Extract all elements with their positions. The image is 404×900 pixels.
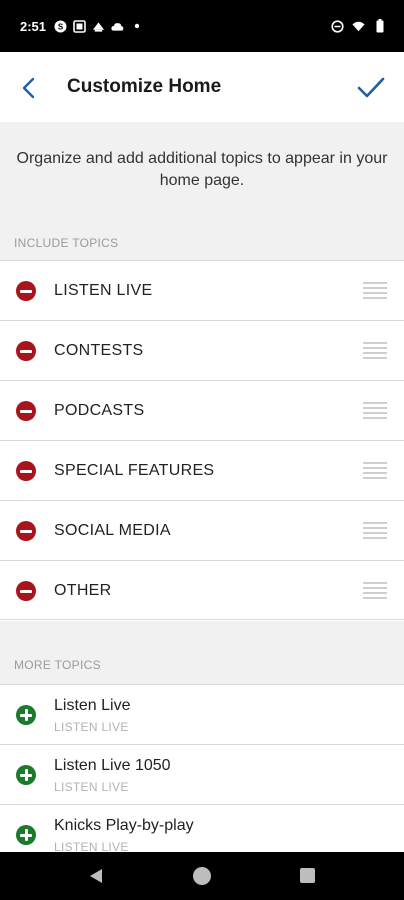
drag-handle-icon[interactable] xyxy=(363,582,387,599)
dnd-icon xyxy=(331,19,344,33)
include-topics-label: INCLUDE TOPICS xyxy=(14,236,119,250)
chevron-left-icon xyxy=(22,77,35,99)
include-topic-row: CONTESTS xyxy=(0,320,404,380)
gallery-icon xyxy=(73,19,86,33)
topic-label: SOCIAL MEDIA xyxy=(54,522,171,539)
system-nav-bar xyxy=(0,852,404,900)
skype-icon: S xyxy=(54,20,67,33)
topic-label: OTHER xyxy=(54,582,112,599)
checkmark-icon xyxy=(357,77,385,98)
drag-handle-icon[interactable] xyxy=(363,402,387,419)
more-topics-label: MORE TOPICS xyxy=(14,658,101,672)
status-left: 2:51 S xyxy=(20,19,331,34)
page-title: Customize Home xyxy=(67,76,222,97)
more-topic-row[interactable]: Listen Live 1050 LISTEN LIVE xyxy=(0,744,404,804)
more-topics-list: Listen Live LISTEN LIVE Listen Live 1050… xyxy=(0,684,404,864)
nav-home-icon[interactable] xyxy=(193,867,211,885)
drag-handle-icon[interactable] xyxy=(363,342,387,359)
drag-handle-icon[interactable] xyxy=(363,462,387,479)
topic-label: SPECIAL FEATURES xyxy=(54,462,215,479)
remove-topic-icon[interactable] xyxy=(16,461,36,481)
battery-icon xyxy=(373,19,386,33)
more-topic-title: Listen Live xyxy=(54,697,131,714)
include-topic-row: PODCASTS xyxy=(0,380,404,440)
status-bar: 2:51 S xyxy=(0,0,404,52)
app-header: Customize Home xyxy=(0,52,404,122)
include-topic-row: SPECIAL FEATURES xyxy=(0,440,404,500)
drag-handle-icon[interactable] xyxy=(363,282,387,299)
cast-icon xyxy=(92,20,105,33)
more-topic-title: Listen Live 1050 xyxy=(54,757,171,774)
add-topic-icon[interactable] xyxy=(16,765,36,785)
nav-back-icon[interactable] xyxy=(88,868,104,884)
more-topic-subtitle: LISTEN LIVE xyxy=(54,720,129,734)
add-topic-icon[interactable] xyxy=(16,705,36,725)
status-right xyxy=(331,19,386,33)
status-time: 2:51 xyxy=(20,18,47,34)
remove-topic-icon[interactable] xyxy=(16,281,36,301)
cloud-icon xyxy=(111,20,124,33)
nav-recents-icon[interactable] xyxy=(300,868,315,883)
remove-topic-icon[interactable] xyxy=(16,581,36,601)
back-button[interactable] xyxy=(14,73,44,103)
topic-label: PODCASTS xyxy=(54,402,145,419)
add-topic-icon[interactable] xyxy=(16,825,36,845)
dot-icon xyxy=(130,20,143,33)
include-topic-row: LISTEN LIVE xyxy=(0,260,404,320)
more-topic-title: Knicks Play-by-play xyxy=(54,817,194,834)
drag-handle-icon[interactable] xyxy=(363,522,387,539)
svg-text:S: S xyxy=(58,22,64,31)
include-topic-row: SOCIAL MEDIA xyxy=(0,500,404,560)
include-topic-row: OTHER xyxy=(0,560,404,620)
topic-label: CONTESTS xyxy=(54,342,144,359)
remove-topic-icon[interactable] xyxy=(16,341,36,361)
include-topics-list: LISTEN LIVE CONTESTS PODCASTS SPECIAL FE… xyxy=(0,260,404,620)
wifi-icon xyxy=(352,20,365,33)
topic-label: LISTEN LIVE xyxy=(54,282,153,299)
more-topic-row[interactable]: Listen Live LISTEN LIVE xyxy=(0,684,404,744)
remove-topic-icon[interactable] xyxy=(16,401,36,421)
remove-topic-icon[interactable] xyxy=(16,521,36,541)
description-band: Organize and add additional topics to ap… xyxy=(0,122,404,260)
more-topics-band: MORE TOPICS xyxy=(0,621,404,684)
description-text: Organize and add additional topics to ap… xyxy=(16,150,388,189)
more-topic-subtitle: LISTEN LIVE xyxy=(54,780,129,794)
customize-home-screen: 2:51 S Customize Home Organize and add a… xyxy=(0,0,404,900)
done-button[interactable] xyxy=(354,72,388,104)
